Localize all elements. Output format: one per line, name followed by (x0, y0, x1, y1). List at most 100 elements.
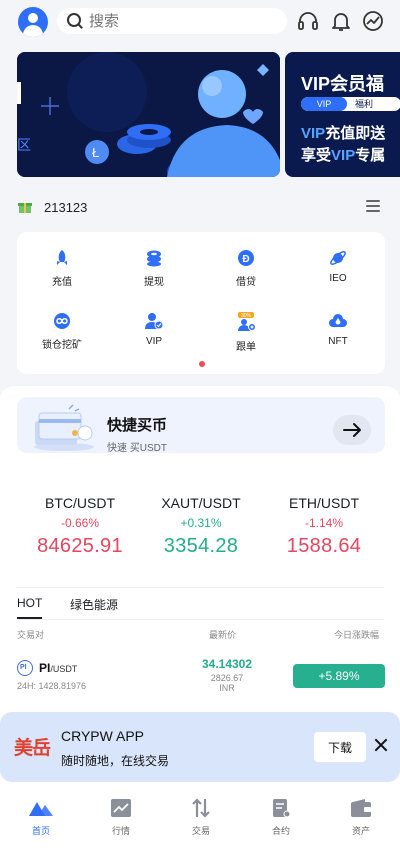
chart-globe-icon[interactable] (361, 9, 385, 33)
app-download-banner: 美岳 CRYPW APP 随时随地，在线交易 下载 (0, 712, 400, 782)
app-title: CRYPW APP (61, 728, 144, 744)
coins-stack-icon (147, 250, 161, 267)
search-box[interactable] (57, 8, 287, 34)
promo-banner[interactable]: 区 Ł (17, 52, 280, 177)
banner-illustration: 区 Ł (17, 52, 280, 177)
wallet-icon (351, 799, 371, 817)
menu-lines-icon[interactable] (366, 200, 380, 212)
avatar[interactable] (18, 7, 48, 37)
column-price: 最新价 (209, 630, 237, 640)
chart-icon (111, 799, 131, 817)
nav-market[interactable]: 行情 (81, 798, 161, 837)
grid-item-label: 充值 (52, 277, 72, 288)
dollar-coin-icon: Đ (238, 250, 254, 266)
vip-line-2: 享受VIP专属 (301, 147, 386, 164)
grid-item-label: 提现 (144, 277, 164, 288)
ticker-pair: XAUT/USDT (161, 495, 241, 511)
tab-underline (17, 619, 383, 620)
grid-item-loan[interactable]: Đ 借贷 (206, 249, 286, 299)
ticker-eth[interactable]: ETH/USDT -1.14% 1588.64 (264, 495, 384, 558)
grid-item-deposit[interactable]: 充值 (22, 249, 102, 299)
grid-item-follow-order[interactable]: 30% 跟单 (206, 312, 286, 362)
grid-item-vip[interactable]: VIP (114, 312, 194, 362)
ticker-change: -1.14% (304, 516, 344, 530)
nav-label: 资产 (351, 826, 370, 836)
infinity-lock-icon (54, 313, 70, 329)
last-price: 34.14302 (201, 657, 253, 671)
divider (17, 587, 383, 588)
bell-icon[interactable] (329, 9, 353, 33)
download-button[interactable]: 下载 (314, 732, 366, 762)
grid-item-nft[interactable]: NFT (298, 312, 378, 362)
rocket-icon (57, 250, 67, 265)
nav-assets[interactable]: 资产 (321, 798, 400, 837)
user-check-icon (145, 313, 164, 330)
grid-item-label: IEO (329, 273, 347, 284)
column-pair: 交易对 (17, 630, 45, 640)
notice-text: 213123 (44, 199, 88, 215)
nav-trade[interactable]: 交易 (161, 798, 241, 837)
grid-item-label: 借贷 (236, 277, 256, 288)
card-illustration-icon (34, 404, 94, 451)
vip-pill: VIP 福利 (301, 97, 400, 111)
local-currency: INR (219, 683, 235, 693)
svg-text:30%: 30% (241, 313, 252, 319)
grid-item-label: 跟单 (236, 342, 256, 353)
coin-volume: 24H: 1428.81976 (17, 681, 87, 691)
grid-item-label: NFT (328, 336, 348, 347)
nav-contract[interactable]: 合约 (241, 798, 321, 837)
ticker-xaut[interactable]: XAUT/USDT +0.31% 3354.28 (141, 495, 261, 558)
headset-icon[interactable] (296, 9, 320, 33)
grid-item-ieo[interactable]: IEO (298, 249, 378, 299)
quick-buy-card[interactable]: 快捷买币 快速 买USDT (17, 397, 385, 454)
quick-buy-subtitle: 快速 买USDT (107, 443, 167, 454)
svg-text:区: 区 (17, 137, 31, 153)
nav-label: 首页 (31, 826, 50, 836)
row-price: 34.14302 2826.67 INR (187, 657, 267, 693)
ticker-pair: ETH/USDT (289, 495, 359, 511)
tab-green-energy[interactable]: 绿色能源 (70, 596, 118, 613)
grid-item-label: VIP (145, 336, 163, 347)
svg-text:Ł: Ł (92, 145, 99, 160)
document-icon (273, 799, 291, 818)
cloud-drop-icon (329, 314, 347, 327)
vip-pill-right: 福利 (355, 99, 374, 109)
pi-coin-icon: PI (17, 660, 33, 676)
bottom-nav: 首页 行情 交易 合约 资产 (0, 792, 400, 866)
app-subtitle: 随时随地，在线交易 (61, 754, 170, 768)
nav-label: 合约 (271, 826, 290, 836)
ticker-change: -0.66% (60, 516, 100, 530)
vip-pill-left: VIP (301, 97, 347, 111)
notice-bar[interactable]: 213123 (18, 196, 382, 218)
top-bar (0, 0, 400, 44)
nav-label: 交易 (191, 826, 210, 836)
local-price: 2826.67 (210, 673, 244, 683)
vip-line-1: VIP充值即送 (301, 125, 386, 142)
follow-order-icon: 30% (238, 312, 256, 331)
vip-banner-title: VIP会员福 (301, 74, 385, 94)
close-icon[interactable] (374, 738, 388, 752)
app-logo: 美岳 (14, 737, 51, 759)
ticker-price: 1588.64 (286, 535, 362, 557)
swap-arrows-icon (192, 798, 210, 818)
svg-text:Đ: Đ (242, 254, 249, 265)
nav-home[interactable]: 首页 (1, 798, 81, 837)
market-row[interactable]: PI PI/USDT 24H: 1428.81976 34.14302 2826… (17, 654, 385, 700)
column-change: 今日涨跌幅 (334, 630, 380, 640)
ticker-change: +0.31% (180, 516, 222, 530)
grid-item-withdraw[interactable]: 提现 (114, 249, 194, 299)
ticker-btc[interactable]: BTC/USDT -0.66% 84625.91 (20, 495, 140, 558)
search-input[interactable] (89, 12, 269, 30)
quick-buy-arrow-button[interactable] (333, 415, 371, 445)
page-indicator-dot (199, 361, 205, 367)
quick-grid: 充值 提现 Đ 借贷 IEO 锁仓挖矿 VIP 30% 跟单 NFT (17, 232, 385, 374)
tab-hot[interactable]: HOT (17, 596, 43, 619)
grid-item-label: 锁仓挖矿 (42, 340, 82, 351)
vip-banner[interactable]: VIP会员福 VIP 福利 VIP充值即送 享受VIP专属 (285, 52, 400, 177)
gift-icon (18, 203, 32, 213)
ticker-pair: BTC/USDT (45, 495, 115, 511)
change-badge[interactable]: +5.89% (293, 664, 385, 688)
grid-item-lock-mining[interactable]: 锁仓挖矿 (22, 312, 102, 362)
search-icon (67, 13, 83, 29)
planet-icon (330, 251, 346, 265)
